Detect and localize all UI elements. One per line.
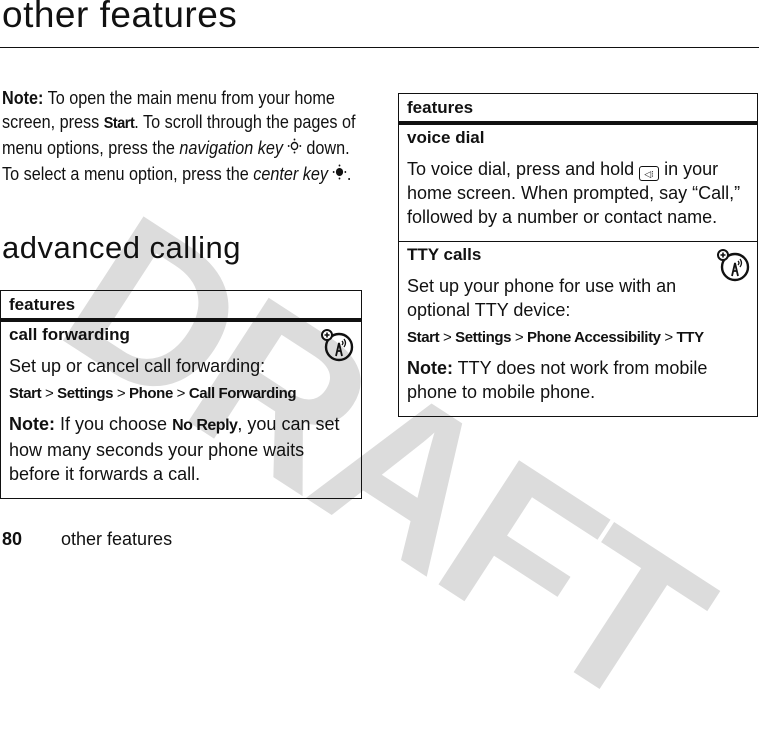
voice-key-icon: ◁⁝ [639, 166, 660, 181]
intro-note: Note: To open the main menu from your ho… [2, 86, 367, 188]
menu-path-separator: > [664, 329, 673, 346]
table-row: TTY calls Set up your phone for use with… [399, 241, 757, 416]
navigation-key-term: navigation key [179, 138, 283, 158]
table-header: features [399, 94, 757, 125]
menu-path-step: Phone [129, 385, 173, 402]
navigation-key-icon [287, 138, 302, 162]
note-text: TTY does not work from mobile phone to m… [407, 358, 708, 402]
table-row: call forwarding Set up or cancel call fo… [1, 322, 361, 498]
note-text: . [346, 164, 352, 184]
feature-note: Note: If you choose No Reply, you can se… [9, 412, 353, 486]
menu-path-separator: > [116, 385, 126, 402]
menu-path-step: Start [9, 385, 42, 402]
footer-section: other features [61, 529, 173, 549]
feature-description: Set up your phone for use with an option… [407, 276, 677, 320]
description-text: To voice dial, press and hold [407, 159, 640, 179]
menu-path-step: Call Forwarding [188, 385, 297, 402]
feature-title: call forwarding [9, 325, 130, 344]
note-label: Note: [407, 358, 453, 378]
features-table-advanced-calling: features call forwarding Set up or cance… [0, 290, 362, 499]
feature-title: voice dial [407, 128, 485, 147]
menu-path-step: Settings [455, 329, 512, 346]
menu-path-separator: > [514, 329, 524, 346]
network-feature-icon [321, 329, 354, 362]
menu-path-step: Settings [57, 385, 114, 402]
center-key-term: center key [253, 164, 328, 184]
section-title: advanced calling [2, 230, 241, 265]
menu-path-separator: > [44, 385, 54, 402]
title-divider [0, 47, 759, 48]
page-number: 80 [2, 529, 23, 549]
table-header: features [1, 291, 361, 322]
table-row: voice dial To voice dial, press and hold… [399, 125, 757, 241]
menu-path-step: Phone Accessibility [527, 329, 661, 346]
feature-title: TTY calls [407, 245, 482, 264]
feature-description: Set up or cancel call forwarding: [9, 356, 266, 376]
feature-note: Note: TTY does not work from mobile phon… [407, 356, 749, 404]
note-text: If you choose [55, 414, 173, 434]
note-label: Note: [2, 88, 44, 108]
menu-path-step: Start [407, 329, 440, 346]
menu-path-separator: > [176, 385, 186, 402]
menu-path-step: TTY [676, 329, 705, 346]
no-reply-option: No Reply [172, 417, 238, 434]
menu-path: Start > Settings > Phone Accessibility >… [407, 328, 749, 348]
network-feature-icon [717, 249, 750, 282]
features-table-continued: features voice dial To voice dial, press… [398, 93, 758, 417]
start-key-label: Start [103, 115, 135, 132]
note-label: Note: [9, 414, 55, 434]
menu-path: Start > Settings > Phone > Call Forwardi… [9, 384, 353, 404]
menu-path-separator: > [442, 329, 452, 346]
center-key-icon [332, 164, 347, 188]
feature-description: To voice dial, press and hold ◁⁝ in your… [407, 157, 749, 229]
page-title: other features [2, 0, 238, 35]
page: other features Note: To open the main me… [0, 0, 759, 549]
